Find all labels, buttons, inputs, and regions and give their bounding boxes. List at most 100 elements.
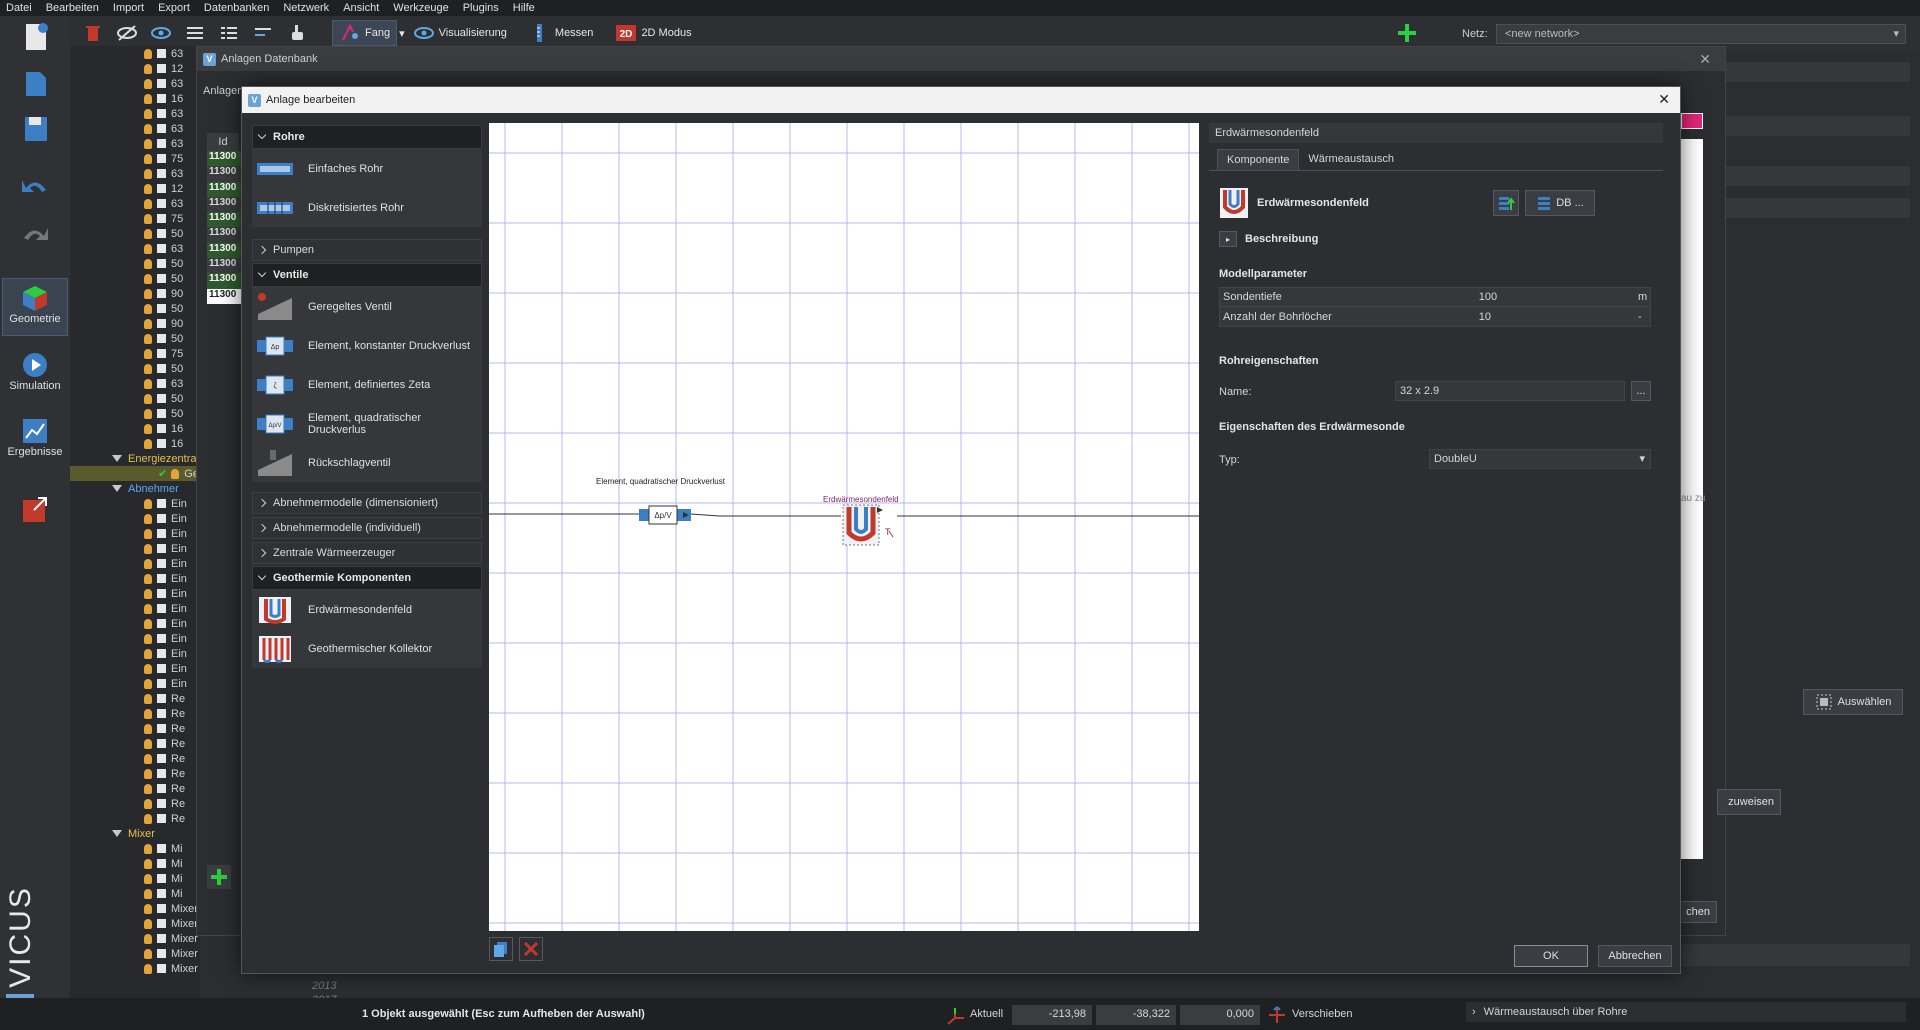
visibility-checkbox[interactable]: [157, 784, 166, 793]
snap-button[interactable]: Fang: [332, 20, 398, 46]
visibility-checkbox[interactable]: [157, 109, 166, 118]
tree-item[interactable]: Re: [70, 691, 200, 706]
tree-item[interactable]: 63: [70, 121, 200, 136]
palette-item-rueckschlagventil[interactable]: Rückschlagventil: [252, 443, 482, 482]
open-file-icon[interactable]: [22, 68, 50, 98]
tree-item[interactable]: 50: [70, 301, 200, 316]
tree-item[interactable]: Ein: [70, 526, 200, 541]
palette-item-geothermischer-kollektor[interactable]: Geothermischer Kollektor: [252, 629, 482, 668]
visibility-checkbox[interactable]: [157, 304, 166, 313]
visibility-checkbox[interactable]: [157, 124, 166, 133]
tab-waermeaustausch[interactable]: Wärmeaustausch: [1299, 149, 1403, 170]
tree-item[interactable]: Ein: [70, 661, 200, 676]
visibility-checkbox[interactable]: [157, 679, 166, 688]
visibility-checkbox[interactable]: [157, 259, 166, 268]
tree-item[interactable]: 63: [70, 196, 200, 211]
visibility-checkbox[interactable]: [157, 409, 166, 418]
visualisierung-button[interactable]: Visualisierung: [407, 20, 513, 46]
visibility-checkbox[interactable]: [157, 634, 166, 643]
tree-item[interactable]: 12: [70, 61, 200, 76]
tab-komponente[interactable]: Komponente: [1217, 149, 1300, 170]
tree-item[interactable]: Ein: [70, 601, 200, 616]
menu-netzwerk[interactable]: Netzwerk: [283, 2, 329, 14]
visibility-checkbox[interactable]: [157, 289, 166, 298]
coord-z-field[interactable]: 0,000: [1180, 1005, 1260, 1025]
tree-item[interactable]: 50: [70, 331, 200, 346]
visibility-checkbox[interactable]: [157, 769, 166, 778]
tree-item[interactable]: 50: [70, 256, 200, 271]
visibility-checkbox[interactable]: [157, 94, 166, 103]
visibility-checkbox[interactable]: [157, 514, 166, 523]
visibility-checkbox[interactable]: [157, 529, 166, 538]
tree-item[interactable]: 90: [70, 316, 200, 331]
tree-item[interactable]: 12: [70, 181, 200, 196]
visibility-checkbox[interactable]: [157, 754, 166, 763]
db-export-button[interactable]: [1493, 190, 1519, 216]
menu-import[interactable]: Import: [113, 2, 144, 14]
visibility-checkbox[interactable]: [157, 619, 166, 628]
tree-item[interactable]: 75: [70, 346, 200, 361]
visibility-checkbox[interactable]: [157, 859, 166, 868]
add-network-icon[interactable]: [1396, 22, 1418, 44]
tree-item[interactable]: Ein: [70, 586, 200, 601]
tree-group-mixer[interactable]: Mixer: [70, 826, 200, 841]
tree-item[interactable]: 90: [70, 286, 200, 301]
copy-component-button[interactable]: [489, 937, 513, 961]
network-select[interactable]: <new network> ▾: [1496, 24, 1906, 44]
tree-item[interactable]: Re: [70, 721, 200, 736]
tree-item[interactable]: Mixer: [70, 901, 200, 916]
palette-item-erdwaermesondenfeld[interactable]: Erdwärmesondenfeld: [252, 590, 482, 629]
visibility-checkbox[interactable]: [157, 904, 166, 913]
visibility-checkbox[interactable]: [157, 199, 166, 208]
param-row[interactable]: Anzahl der Bohrlöcher 10 -: [1220, 307, 1650, 326]
menu-plugins[interactable]: Plugins: [463, 2, 499, 14]
tree-item[interactable]: Mi: [70, 886, 200, 901]
visibility-checkbox[interactable]: [157, 439, 166, 448]
visibility-checkbox[interactable]: [157, 154, 166, 163]
show-button[interactable]: [144, 20, 178, 46]
palette-group-zentrale[interactable]: Zentrale Wärmeerzeuger: [252, 542, 482, 564]
dialog-close-icon[interactable]: ✕: [1658, 91, 1670, 108]
visibility-checkbox[interactable]: [157, 664, 166, 673]
visibility-checkbox[interactable]: [157, 694, 166, 703]
palette-item-geregeltes-ventil[interactable]: Geregeltes Ventil: [252, 287, 482, 326]
tree-item[interactable]: Ein: [70, 616, 200, 631]
tree-item[interactable]: Ein: [70, 541, 200, 556]
menu-ansicht[interactable]: Ansicht: [343, 2, 379, 14]
tree-item[interactable]: 63: [70, 106, 200, 121]
visibility-checkbox[interactable]: [157, 319, 166, 328]
visibility-checkbox[interactable]: [157, 604, 166, 613]
undo-icon[interactable]: [20, 176, 50, 202]
palette-item-einfaches-rohr[interactable]: Einfaches Rohr: [252, 149, 482, 188]
tree-item[interactable]: Re: [70, 811, 200, 826]
tree-item[interactable]: 50: [70, 391, 200, 406]
tree-item[interactable]: Ein: [70, 631, 200, 646]
palette-group-rohre[interactable]: Rohre: [252, 125, 482, 149]
tree-item[interactable]: Re: [70, 706, 200, 721]
zuweisen-button[interactable]: zuweisen: [1717, 789, 1781, 815]
visibility-checkbox[interactable]: [157, 874, 166, 883]
visibility-checkbox[interactable]: [157, 934, 166, 943]
tree-group-abnehmer[interactable]: Abnehmer: [70, 481, 200, 496]
menu-export[interactable]: Export: [158, 2, 190, 14]
menu-datenbanken[interactable]: Datenbanken: [204, 2, 269, 14]
visibility-checkbox[interactable]: [157, 379, 166, 388]
tree-item[interactable]: 63: [70, 166, 200, 181]
tree-item[interactable]: Mixer: [70, 961, 200, 976]
palette-group-abnehmer-dim[interactable]: Abnehmermodelle (dimensioniert): [252, 492, 482, 514]
visibility-checkbox[interactable]: [157, 424, 166, 433]
beschreibung-toggle[interactable]: ▸ Beschreibung: [1219, 231, 1318, 247]
outer-close-icon[interactable]: ✕: [1699, 51, 1711, 68]
visibility-checkbox[interactable]: [157, 184, 166, 193]
palette-group-ventile[interactable]: Ventile: [252, 263, 482, 287]
tree-item[interactable]: Mixer: [70, 916, 200, 931]
tree-item[interactable]: Ein: [70, 646, 200, 661]
db-button[interactable]: DB ...: [1525, 190, 1595, 216]
palette-item-diskretisiertes-rohr[interactable]: Diskretisiertes Rohr: [252, 188, 482, 227]
auswaehlen-button[interactable]: Auswählen: [1803, 689, 1903, 715]
visibility-checkbox[interactable]: [157, 169, 166, 178]
visibility-checkbox[interactable]: [157, 334, 166, 343]
visibility-checkbox[interactable]: [157, 649, 166, 658]
tree-group-energie[interactable]: Energiezentra: [70, 451, 200, 466]
add-anlage-button[interactable]: [207, 865, 231, 889]
